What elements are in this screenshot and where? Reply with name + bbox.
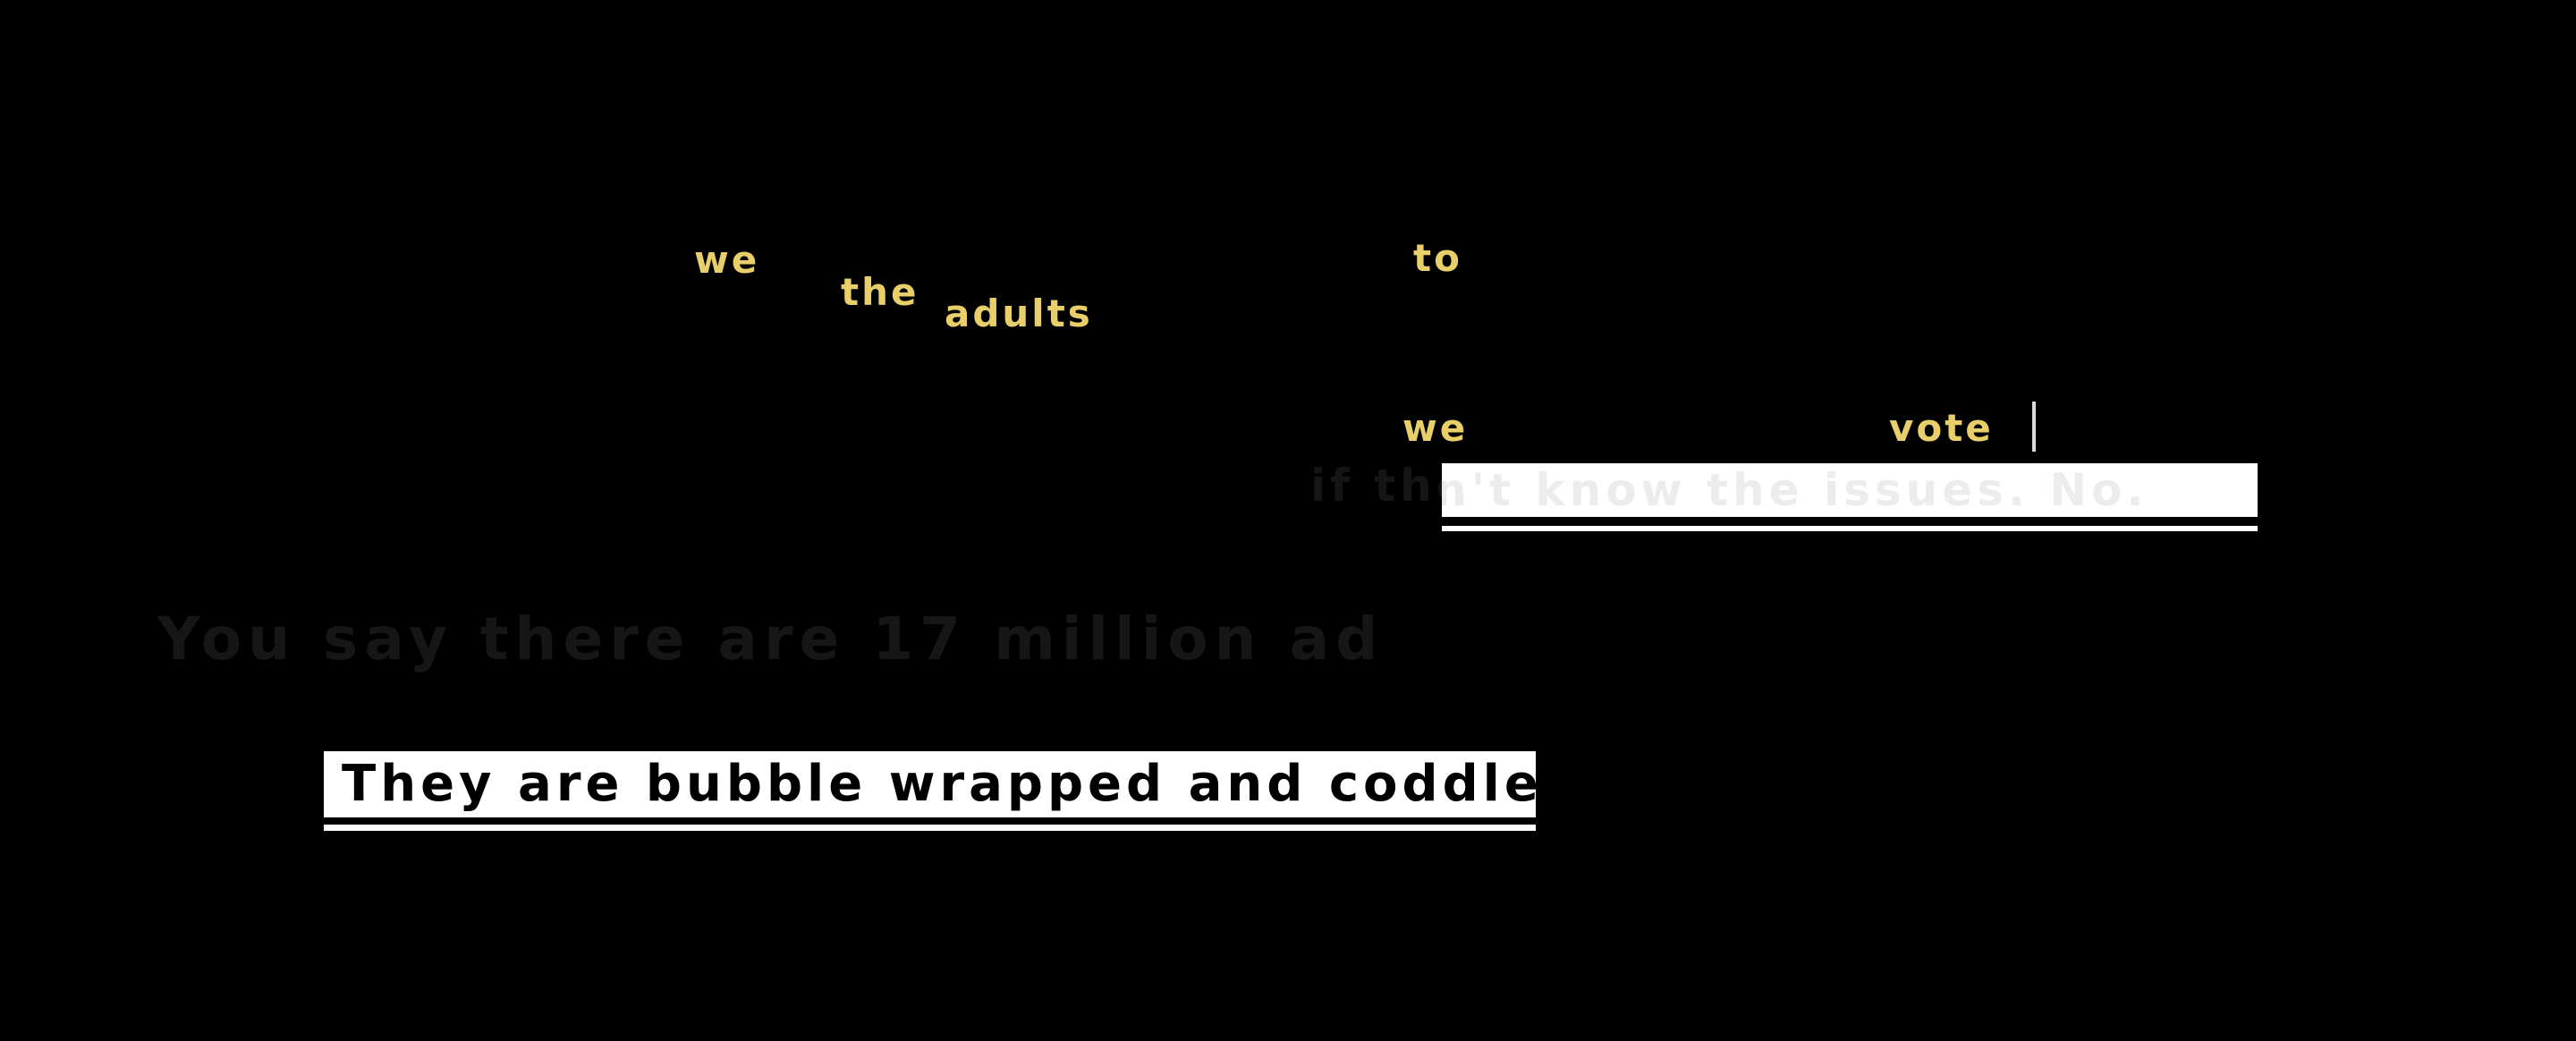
- main-caption-text: They are bubble wrapped and coddled.: [342, 755, 1607, 813]
- main-caption-underline: [324, 825, 1536, 831]
- ghost-caption: You say there are 17 million ad: [157, 605, 1385, 673]
- faded-caption-text: y don't know the issues. No.: [1442, 465, 2148, 515]
- text-cursor: [2032, 402, 2036, 452]
- floating-word-vote: vote: [1889, 406, 1994, 450]
- floating-word-adults: adults: [945, 292, 1093, 335]
- floating-word-we: we: [694, 238, 760, 282]
- video-frame: we the adults to we vote if the y don't …: [0, 0, 2576, 1041]
- floating-word-the: the: [841, 270, 919, 314]
- floating-word-we-2: we: [1402, 406, 1469, 450]
- faded-caption-underline: [1442, 526, 2258, 531]
- floating-word-to: to: [1413, 236, 1462, 280]
